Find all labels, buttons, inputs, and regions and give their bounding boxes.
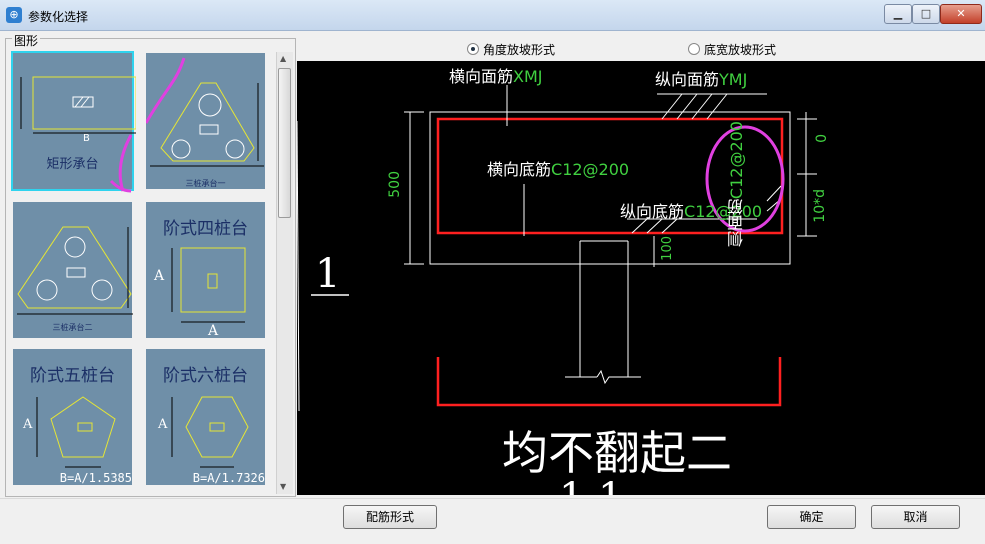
ok-button[interactable]: 确定 xyxy=(767,505,856,529)
dim-label-a-vertical: A xyxy=(158,417,168,432)
radio-checked-icon[interactable] xyxy=(467,43,479,55)
maximize-button[interactable]: □ xyxy=(912,4,940,24)
rebar-form-button[interactable]: 配筋形式 xyxy=(343,505,437,529)
rect-cap-diagram xyxy=(20,76,136,134)
app-icon: ⊕ xyxy=(6,7,22,23)
label-bottom-transverse: 横向底筋C12@200 xyxy=(487,160,630,179)
stepped-four-diagram xyxy=(171,247,246,323)
label-top-transverse: 横向面筋XMJ xyxy=(449,67,543,86)
shape-item-rect-cap[interactable]: B 矩形承台 xyxy=(11,51,136,193)
dim-label-a: A xyxy=(208,323,219,339)
minimize-button[interactable]: ▁ xyxy=(884,4,912,24)
scrollbar-thumb[interactable] xyxy=(278,68,291,218)
dim-top: 0 xyxy=(814,134,830,143)
dim-label-b: B xyxy=(83,133,90,144)
shape-item-sub: 三桩承台一 xyxy=(185,179,226,188)
scroll-down-icon[interactable]: ▼ xyxy=(280,482,286,491)
dim-bottom: 100 xyxy=(660,236,675,261)
three-pile-1-diagram xyxy=(146,57,264,167)
dim-label-a-vertical: A xyxy=(154,268,165,284)
shape-item-stepped-six[interactable]: 阶式六桩台 A B=A/1.7326 xyxy=(144,347,267,487)
cancel-button[interactable]: 取消 xyxy=(871,505,960,529)
radio-unchecked-icon[interactable] xyxy=(688,43,700,55)
radio-angle-mode[interactable]: 角度放坡形式 xyxy=(467,41,555,58)
shape-item-sub: 三桩承台二 xyxy=(52,323,93,332)
section-preview: 横向面筋XMJ 纵向面筋YMJ 横向底筋C12@200 纵向底筋C12@200 … xyxy=(297,61,985,495)
dim-side: 10*d xyxy=(812,189,828,223)
shape-item-caption: 矩形承台 xyxy=(46,157,99,172)
label-side-rebar: 侧面筋C12@200 xyxy=(727,121,746,248)
section-mark: 1 xyxy=(315,251,341,297)
shape-group-label: 图形 xyxy=(12,32,41,49)
window-title: 参数化选择 xyxy=(28,10,89,24)
close-button[interactable]: ✕ xyxy=(940,4,982,24)
preview-note-bottom: 1-1 xyxy=(559,475,623,495)
shape-item-stepped-five[interactable]: 阶式五桩台 A B=A/1.5385 xyxy=(11,347,134,487)
radio-width-mode[interactable]: 底宽放坡形式 xyxy=(688,41,776,58)
shape-item-three-pile-1[interactable]: 三桩承台一 xyxy=(144,51,267,191)
three-pile-2-diagram xyxy=(17,226,133,315)
shape-item-stepped-four[interactable]: 阶式四桩台 A A xyxy=(144,200,267,340)
radio-label: 底宽放坡形式 xyxy=(704,43,777,57)
sidebar-scrollbar[interactable]: ▲ ▼ xyxy=(276,52,293,494)
shape-item-three-pile-2[interactable]: 三桩承台二 xyxy=(11,200,134,340)
title-bar: ⊕ 参数化选择 ▁ □ ✕ xyxy=(0,0,985,31)
dim-height: 500 xyxy=(387,171,403,198)
dim-formula: B=A/1.7326 xyxy=(192,471,265,485)
dim-formula: B=A/1.5385 xyxy=(59,471,132,485)
dim-label-a-vertical: A xyxy=(23,417,33,432)
radio-label: 角度放坡形式 xyxy=(483,43,556,57)
label-top-longitudinal: 纵向面筋YMJ xyxy=(655,70,748,89)
scroll-up-icon[interactable]: ▲ xyxy=(280,54,286,63)
preview-note: 均不翻起二 xyxy=(502,426,732,480)
